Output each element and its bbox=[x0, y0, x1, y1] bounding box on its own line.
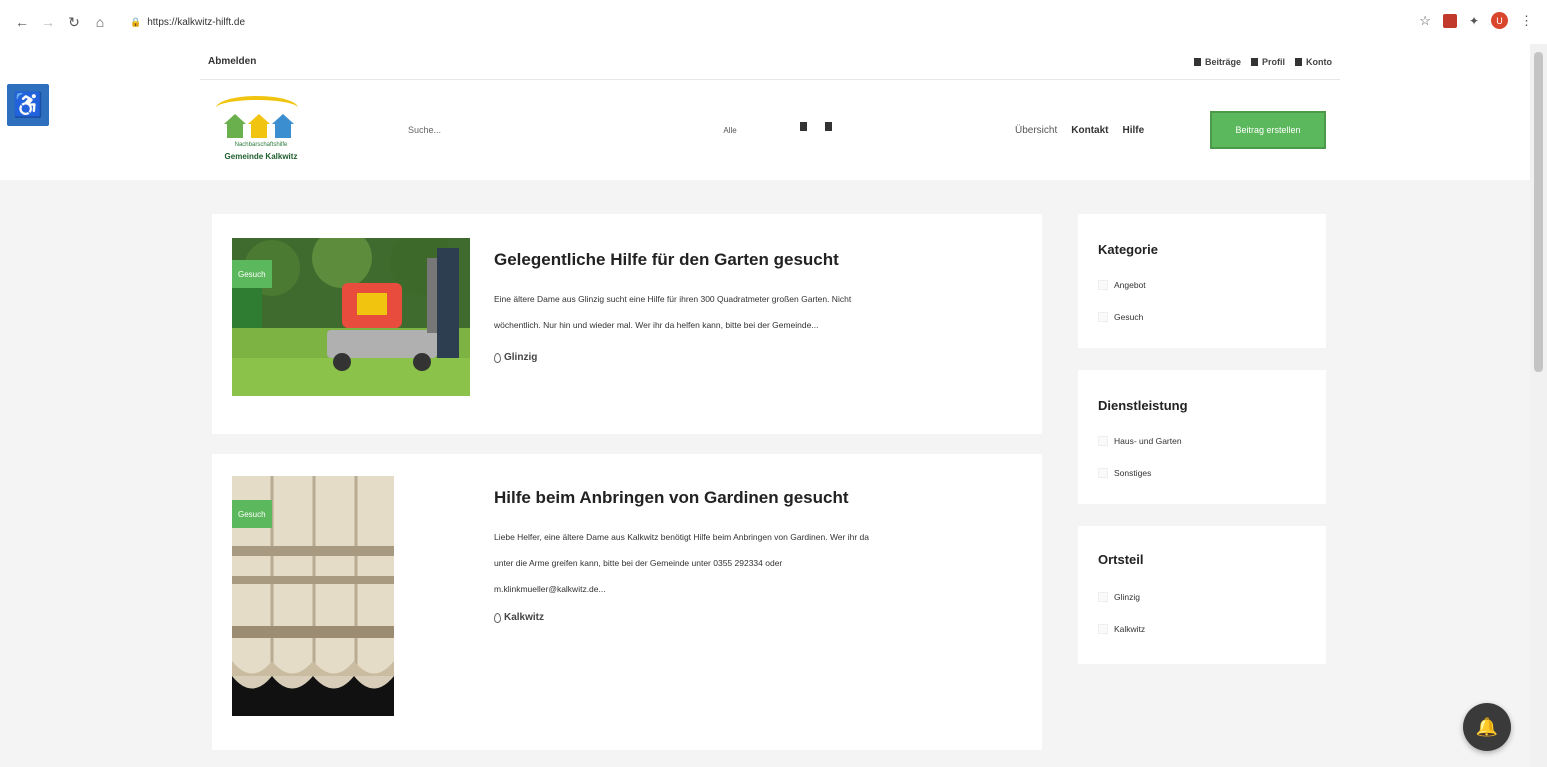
browser-menu-icon[interactable]: ⋮ bbox=[1520, 13, 1533, 29]
view-grid-icon[interactable] bbox=[825, 122, 832, 131]
bookmark-star-icon[interactable]: ☆ bbox=[1419, 13, 1431, 29]
map-pin-icon bbox=[494, 612, 501, 623]
profile-avatar[interactable]: U bbox=[1491, 12, 1508, 29]
post-image[interactable]: Gesuch bbox=[232, 238, 470, 396]
document-icon bbox=[1250, 57, 1258, 66]
house-icon bbox=[272, 114, 294, 140]
filter-box-district: Ortsteil Glinzig Kalkwitz bbox=[1078, 526, 1326, 664]
account-link-label: Konto bbox=[1306, 56, 1332, 67]
checkbox[interactable] bbox=[1098, 592, 1108, 602]
filter-option-haus-garten[interactable]: Haus- und Garten bbox=[1098, 436, 1182, 446]
logo-subtitle: Nachbarschaftshilfe bbox=[234, 142, 288, 148]
search-input[interactable] bbox=[408, 118, 588, 142]
post-location-label: Glinzig bbox=[504, 352, 538, 363]
page-scrollbar[interactable] bbox=[1530, 44, 1547, 767]
filter-option-glinzig[interactable]: Glinzig bbox=[1098, 592, 1140, 602]
home-icon[interactable]: ⌂ bbox=[90, 12, 110, 32]
main-nav: Übersicht Kontakt Hilfe bbox=[1015, 110, 1144, 150]
post-excerpt-line: Liebe Helfer, eine ältere Dame aus Kalkw… bbox=[494, 532, 869, 542]
checkbox[interactable] bbox=[1098, 468, 1108, 478]
checkbox[interactable] bbox=[1098, 436, 1108, 446]
browser-toolbar: ← → ↻ ⌂ 🔒 https://kalkwitz-hilft.de ☆ ✦ … bbox=[0, 0, 1547, 44]
filter-option-label: Sonstiges bbox=[1114, 468, 1152, 478]
account-link-account[interactable]: Konto bbox=[1295, 57, 1332, 67]
logo-title: Gemeinde Kalkwitz bbox=[224, 152, 298, 161]
filter-option-kalkwitz[interactable]: Kalkwitz bbox=[1098, 624, 1145, 634]
filter-title: Dienstleistung bbox=[1098, 398, 1188, 413]
post-excerpt-line: m.klinkmueller@kalkwitz.de... bbox=[494, 584, 606, 594]
post-location: Kalkwitz bbox=[494, 612, 544, 623]
lock-icon: 🔒 bbox=[130, 16, 142, 27]
post-card[interactable]: Gesuch Hilfe beim Anbringen von Gardinen… bbox=[212, 454, 1042, 750]
extensions-puzzle-icon[interactable]: ✦ bbox=[1469, 14, 1479, 28]
filter-title: Kategorie bbox=[1098, 242, 1158, 257]
post-excerpt: Eine ältere Dame aus Glinzig sucht eine … bbox=[494, 286, 1014, 338]
nav-help[interactable]: Hilfe bbox=[1122, 125, 1144, 136]
site-logo[interactable]: Nachbarschaftshilfe Gemeinde Kalkwitz bbox=[206, 94, 316, 170]
nav-overview[interactable]: Übersicht bbox=[1015, 125, 1057, 136]
post-excerpt-line: unter die Arme greifen kann, bitte bei d… bbox=[494, 558, 783, 568]
document-icon bbox=[1193, 57, 1201, 66]
filter-option-label: Kalkwitz bbox=[1114, 624, 1146, 634]
forward-icon[interactable]: → bbox=[38, 12, 58, 32]
view-list-icon[interactable] bbox=[800, 122, 807, 131]
url-text[interactable]: https://kalkwitz-hilft.de bbox=[147, 17, 245, 28]
filter-option-label: Angebot bbox=[1114, 280, 1146, 290]
document-icon bbox=[1295, 57, 1302, 66]
post-excerpt-line: wöchentlich. Nur hin und wieder mal. Wer… bbox=[494, 320, 819, 330]
checkbox[interactable] bbox=[1098, 624, 1108, 634]
house-icon bbox=[248, 114, 270, 140]
post-title[interactable]: Hilfe beim Anbringen von Gardinen gesuch… bbox=[494, 488, 849, 508]
accessibility-icon[interactable]: ♿ bbox=[7, 84, 49, 126]
extension-icon[interactable] bbox=[1442, 13, 1457, 28]
filter-option-angebot[interactable]: Angebot bbox=[1098, 280, 1146, 290]
reload-icon[interactable]: ↻ bbox=[64, 12, 84, 32]
address-bar[interactable]: 🔒 https://kalkwitz-hilft.de bbox=[130, 17, 245, 28]
post-location-label: Kalkwitz bbox=[504, 612, 545, 623]
post-card[interactable]: Gesuch Gelegentliche Hilfe für den Garte… bbox=[212, 214, 1042, 434]
filter-box-service: Dienstleistung Haus- und Garten Sonstige… bbox=[1078, 370, 1326, 504]
scrollbar-thumb[interactable] bbox=[1534, 52, 1543, 372]
account-link-profile[interactable]: Profil bbox=[1250, 56, 1285, 67]
filter-option-label: Glinzig bbox=[1114, 592, 1140, 602]
account-link-posts[interactable]: Beiträge bbox=[1193, 56, 1241, 67]
filter-option-sonstiges[interactable]: Sonstiges bbox=[1098, 468, 1151, 478]
category-filter-select[interactable]: Alle bbox=[700, 118, 760, 142]
account-bar: Abmelden Beiträge Profil Konto bbox=[200, 44, 1340, 80]
logout-link[interactable]: Abmelden bbox=[208, 56, 256, 67]
checkbox[interactable] bbox=[1098, 280, 1108, 290]
map-pin-icon bbox=[494, 352, 501, 363]
post-location: Glinzig bbox=[494, 352, 537, 363]
filter-title: Ortsteil bbox=[1098, 552, 1144, 567]
back-icon[interactable]: ← bbox=[12, 12, 32, 32]
post-excerpt-line: Eine ältere Dame aus Glinzig sucht eine … bbox=[494, 294, 852, 304]
post-type-badge: Gesuch bbox=[232, 500, 272, 528]
filter-option-label: Haus- und Garten bbox=[1114, 436, 1182, 446]
post-image[interactable]: Gesuch bbox=[232, 476, 394, 716]
post-excerpt: Liebe Helfer, eine ältere Dame aus Kalkw… bbox=[494, 524, 1034, 602]
account-link-label: Beiträge bbox=[1204, 56, 1241, 67]
create-post-button[interactable]: Beitrag erstellen bbox=[1210, 111, 1326, 149]
filter-box-category: Kategorie Angebot Gesuch bbox=[1078, 214, 1326, 348]
house-icon bbox=[224, 114, 246, 140]
post-title[interactable]: Gelegentliche Hilfe für den Garten gesuc… bbox=[494, 250, 839, 270]
account-link-label: Profil bbox=[1261, 56, 1285, 67]
notification-bell-icon[interactable]: 🔔 bbox=[1463, 703, 1511, 751]
filter-option-label: Gesuch bbox=[1114, 312, 1144, 322]
filter-option-gesuch[interactable]: Gesuch bbox=[1098, 312, 1143, 322]
checkbox[interactable] bbox=[1098, 312, 1108, 322]
nav-contact[interactable]: Kontakt bbox=[1071, 125, 1108, 136]
post-type-badge: Gesuch bbox=[232, 260, 272, 288]
